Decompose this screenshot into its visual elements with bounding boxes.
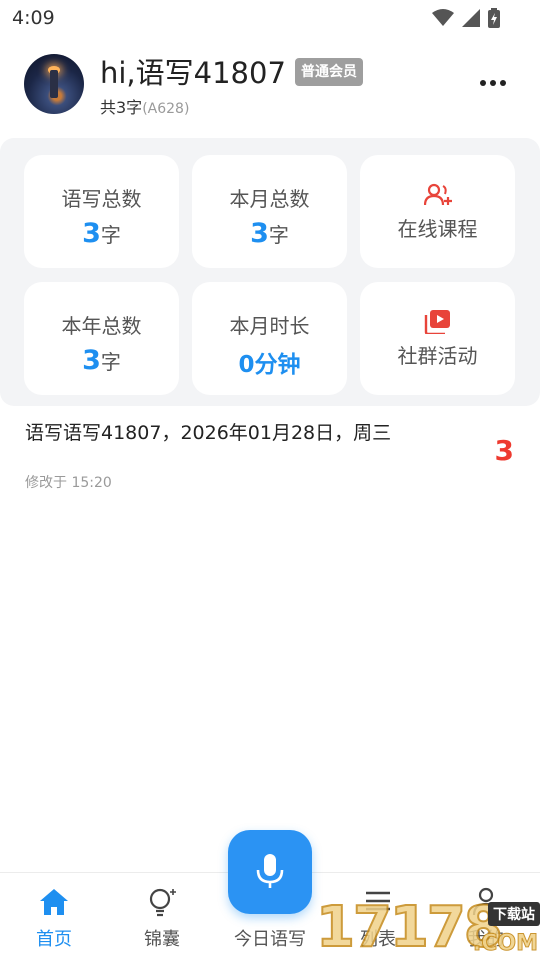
user-greeting: hi,语写41807 (100, 56, 286, 90)
status-time: 4:09 (12, 7, 55, 29)
membership-badge: 普通会员 (295, 58, 363, 86)
year-total-value: 3字 (82, 345, 121, 376)
status-icons (432, 8, 500, 28)
signal-icon (462, 9, 480, 27)
online-courses-label: 在线课程 (397, 217, 478, 241)
year-total-card[interactable]: 本年总数 3字 (24, 282, 179, 395)
year-total-label: 本年总数 (61, 314, 142, 338)
battery-charging-icon (488, 8, 500, 28)
record-mic-button[interactable] (228, 830, 312, 914)
nav-tips-label: 锦囊 (144, 929, 180, 950)
stats-panel: 语写总数 3字 本月总数 3字 在线课程 本年总数 3字 本月时长 0分钟 社群… (0, 138, 540, 406)
microphone-icon (256, 854, 284, 888)
more-dots-icon[interactable] (478, 72, 508, 94)
nav-tips[interactable]: 锦囊 (108, 873, 216, 960)
watermark-tag: 下载站 (488, 902, 540, 926)
month-total-label: 本月总数 (229, 187, 310, 211)
lighthouse-tower (50, 70, 58, 98)
word-total-line: 共3字(A628) (100, 94, 189, 118)
entry-title[interactable]: 语写语写41807，2026年01月28日，周三 (25, 418, 391, 445)
month-total-value: 3字 (250, 218, 289, 249)
community-card[interactable]: 社群活动 (360, 282, 515, 395)
entry-modified-time: 修改于 15:20 (25, 475, 112, 491)
nav-today-label: 今日语写 (234, 929, 306, 950)
user-add-icon (423, 183, 452, 206)
month-duration-value: 0分钟 (238, 352, 301, 378)
total-words-label: 语写总数 (61, 187, 142, 211)
nav-home-label: 首页 (36, 929, 72, 950)
entry-word-count: 3 (494, 434, 514, 467)
online-courses-card[interactable]: 在线课程 (360, 155, 515, 268)
status-bar: 4:09 (0, 0, 540, 36)
community-label: 社群活动 (397, 344, 478, 368)
word-total: 共3字 (100, 98, 143, 117)
wifi-icon (432, 9, 454, 26)
total-words-card[interactable]: 语写总数 3字 (24, 155, 179, 268)
month-duration-card[interactable]: 本月时长 0分钟 (192, 282, 347, 395)
avatar[interactable] (24, 54, 84, 114)
video-play-icon (424, 310, 450, 334)
month-duration-label: 本月时长 (229, 314, 310, 338)
nav-home[interactable]: 首页 (0, 873, 108, 960)
account-code: (A628) (142, 101, 190, 117)
month-total-card[interactable]: 本月总数 3字 (192, 155, 347, 268)
profile-header: hi,语写41807 普通会员 共3字(A628) (0, 36, 540, 132)
watermark-suffix: .COM (472, 931, 538, 957)
home-icon (40, 889, 68, 915)
site-watermark: 17178 .COM 下载站 (315, 895, 540, 960)
total-words-value: 3字 (82, 218, 121, 249)
lightbulb-icon (149, 888, 176, 917)
